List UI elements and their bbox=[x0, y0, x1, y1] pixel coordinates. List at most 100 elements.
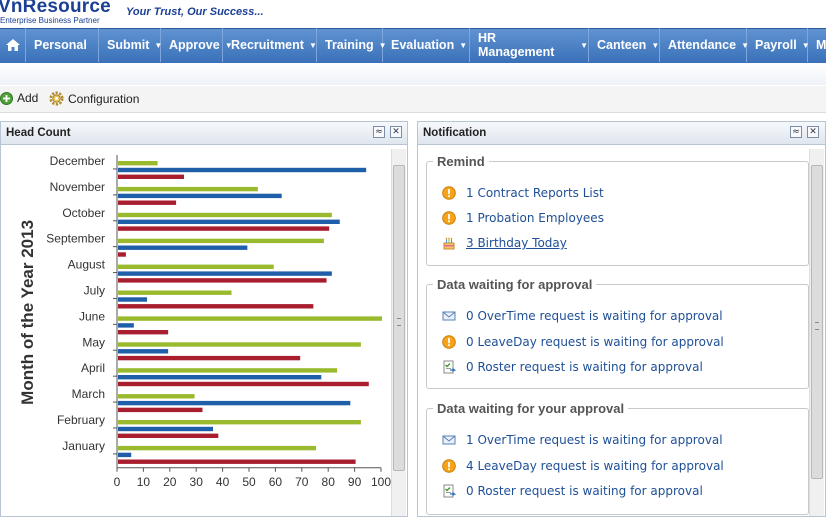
bar bbox=[118, 252, 126, 257]
nav-item-payroll[interactable]: Payroll ▼ bbox=[747, 28, 810, 62]
y-tick-label: March bbox=[72, 387, 105, 401]
close-icon: ✕ bbox=[392, 127, 400, 137]
y-tick-label: January bbox=[62, 439, 105, 453]
headcount-panel: Head Count ≈ ✕ Month of the Year 2013 Dec… bbox=[0, 121, 408, 517]
roster-icon bbox=[442, 484, 457, 498]
waiting-roster-link[interactable]: 0 Roster request is waiting for approval bbox=[442, 360, 703, 374]
waiting-overtime-link[interactable]: 0 OverTime request is waiting for approv… bbox=[442, 309, 723, 323]
nav-item-submit[interactable]: Submit ▼ bbox=[99, 28, 162, 62]
scrollbar-thumb[interactable] bbox=[811, 165, 823, 479]
bar bbox=[118, 226, 330, 231]
add-icon bbox=[0, 91, 13, 105]
bar bbox=[118, 278, 327, 283]
collapse-icon: ≈ bbox=[792, 127, 800, 137]
header-band bbox=[0, 63, 826, 85]
bar bbox=[118, 400, 351, 406]
x-tick-label: 60 bbox=[269, 475, 283, 489]
warning-icon bbox=[442, 335, 456, 349]
home-button[interactable] bbox=[0, 28, 26, 62]
nav-item-recruitment[interactable]: Recruitment ▼ bbox=[223, 28, 317, 62]
nav-item-label: Approve bbox=[169, 38, 220, 52]
remind-birthday-link[interactable]: 3 Birthday Today bbox=[442, 236, 567, 250]
nav-item-approve[interactable]: Approve ▼ bbox=[161, 28, 233, 62]
bar bbox=[118, 212, 332, 218]
bar bbox=[118, 245, 248, 250]
bar bbox=[118, 297, 148, 302]
bar bbox=[118, 271, 332, 276]
x-tick-label: 20 bbox=[163, 475, 177, 489]
logo-subtitle: Enterprise Business Partner bbox=[0, 16, 100, 25]
your-roster-link[interactable]: 0 Roster request is waiting for approval bbox=[442, 484, 703, 498]
add-button[interactable]: Add bbox=[0, 91, 38, 105]
your-leaveday-link[interactable]: 4 LeaveDay request is waiting for approv… bbox=[442, 459, 724, 473]
close-icon: ✕ bbox=[809, 127, 817, 137]
notification-scrollbar[interactable] bbox=[809, 149, 824, 516]
y-tick-label: September bbox=[46, 232, 105, 246]
nav-item-hr-management[interactable]: HR Management ▼ bbox=[470, 28, 589, 62]
y-axis-title: Month of the Year 2013 bbox=[18, 220, 37, 405]
home-icon bbox=[5, 39, 20, 51]
bar bbox=[118, 349, 169, 354]
warning-icon bbox=[442, 459, 456, 473]
y-tick-label: February bbox=[57, 413, 105, 427]
warning-icon bbox=[442, 211, 456, 225]
mail-icon bbox=[442, 433, 456, 447]
mail-icon bbox=[442, 309, 456, 323]
bar bbox=[118, 445, 316, 451]
nav-item-canteen[interactable]: Canteen ▼ bbox=[589, 28, 660, 62]
remind-contract-link[interactable]: 1 Contract Reports List bbox=[442, 186, 604, 200]
bar bbox=[118, 407, 203, 413]
nav-item-training[interactable]: Training ▼ bbox=[317, 28, 387, 62]
x-tick-label: 10 bbox=[137, 475, 151, 489]
y-tick-label: December bbox=[50, 154, 105, 168]
nav-item-evaluation[interactable]: Evaluation ▼ bbox=[383, 28, 470, 62]
bar bbox=[118, 381, 369, 387]
collapse-button[interactable]: ≈ bbox=[790, 126, 802, 138]
x-tick-label: 40 bbox=[216, 475, 230, 489]
bar bbox=[118, 264, 274, 269]
nav-item-label: Recruitment bbox=[231, 38, 304, 52]
notification-panel: Notification ≈ ✕ Remind 1 Contract Repor… bbox=[417, 121, 826, 517]
nav-item-label: Attendance bbox=[668, 38, 737, 52]
collapse-button[interactable]: ≈ bbox=[373, 126, 385, 138]
remind-legend: Remind bbox=[437, 154, 485, 169]
configuration-button[interactable]: Configuration bbox=[49, 91, 139, 106]
y-tick-label: November bbox=[50, 180, 105, 194]
bar bbox=[118, 200, 177, 205]
nav-item-attendance[interactable]: Attendance ▼ bbox=[660, 28, 749, 62]
bar bbox=[118, 316, 382, 321]
bar bbox=[118, 368, 338, 373]
nav-item-label: Canteen bbox=[597, 38, 647, 52]
bar bbox=[118, 452, 132, 458]
notification-panel-title: Notification bbox=[423, 127, 487, 139]
nav-item-m[interactable]: M bbox=[808, 28, 826, 62]
your-overtime-link[interactable]: 1 OverTime request is waiting for approv… bbox=[442, 433, 723, 447]
y-tick-label: October bbox=[62, 206, 105, 220]
x-tick-label: 70 bbox=[295, 475, 309, 489]
nav-item-label: Training bbox=[325, 38, 374, 52]
waiting-leaveday-link[interactable]: 0 LeaveDay request is waiting for approv… bbox=[442, 335, 724, 349]
bar bbox=[118, 238, 324, 244]
chevron-down-icon: ▼ bbox=[308, 40, 317, 50]
bar bbox=[118, 290, 232, 295]
nav-item-label: HR Management bbox=[478, 31, 555, 59]
nav-item-personal[interactable]: Personal bbox=[26, 28, 99, 62]
close-button[interactable]: ✕ bbox=[807, 126, 819, 138]
slogan: Your Trust, Our Success... bbox=[126, 6, 264, 18]
gear-icon bbox=[49, 91, 64, 106]
x-tick-label: 80 bbox=[322, 475, 336, 489]
close-button[interactable]: ✕ bbox=[390, 126, 402, 138]
roster-icon bbox=[442, 360, 457, 374]
brand-header: VnResource Enterprise Business Partner Y… bbox=[0, 0, 826, 28]
y-tick-label: July bbox=[84, 283, 105, 297]
bar bbox=[118, 420, 361, 425]
x-tick-label: 90 bbox=[348, 475, 362, 489]
nav-item-label: Evaluation bbox=[391, 38, 455, 52]
remind-probation-link[interactable]: 1 Probation Employees bbox=[442, 211, 604, 225]
notification-panel-header: Notification ≈ ✕ bbox=[418, 122, 825, 145]
waiting-approval-legend: Data waiting for approval bbox=[437, 277, 593, 292]
bar bbox=[118, 330, 169, 335]
chevron-down-icon: ▼ bbox=[651, 40, 660, 50]
nav-item-label: Payroll bbox=[755, 38, 797, 52]
bar bbox=[118, 355, 301, 361]
